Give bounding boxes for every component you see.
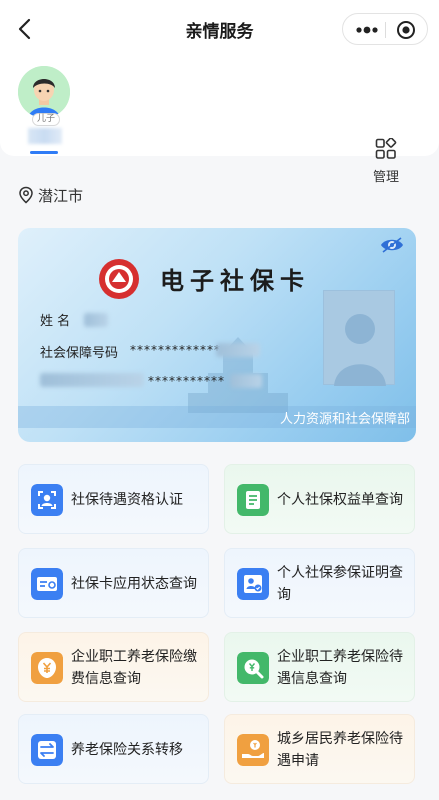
document-icon bbox=[237, 484, 269, 516]
transfer-icon bbox=[31, 734, 63, 766]
yellow-crane-tower-watermark bbox=[188, 337, 288, 413]
more-dots-icon[interactable] bbox=[353, 22, 381, 38]
service-label: 社保待遇资格认证 bbox=[71, 492, 183, 508]
avatar bbox=[18, 66, 70, 118]
card-title: 电子社保卡 bbox=[160, 266, 310, 295]
service-pension-payment-query[interactable]: 企业职工养老保险缴费信息查询 bbox=[18, 632, 209, 702]
service-label: 企业职工养老保险缴费信息查询 bbox=[71, 649, 197, 687]
service-label: 企业职工养老保险待遇信息查询 bbox=[277, 649, 403, 687]
service-qualification-authentication[interactable]: 社保待遇资格认证 bbox=[18, 464, 209, 534]
service-label: 城乡居民养老保险待遇申请 bbox=[277, 731, 403, 769]
name-label: 姓 名 bbox=[40, 314, 71, 329]
service-label: 个人社保参保证明查询 bbox=[277, 565, 403, 603]
search-yuan-icon bbox=[237, 652, 269, 684]
relation-tag: 儿子 bbox=[32, 113, 60, 126]
person-silhouette-icon bbox=[334, 314, 386, 386]
name-redacted bbox=[84, 313, 108, 327]
face-verify-icon bbox=[31, 484, 63, 516]
card-number-redacted bbox=[40, 373, 144, 387]
location-pin-icon bbox=[19, 186, 33, 204]
member-name-redacted bbox=[28, 128, 62, 144]
miniprogram-capsule bbox=[342, 13, 428, 45]
service-rights-statement-query[interactable]: 个人社保权益单查询 bbox=[224, 464, 415, 534]
capsule-divider bbox=[385, 22, 386, 38]
person-certificate-icon bbox=[237, 568, 269, 600]
service-insurance-certificate-query[interactable]: 个人社保参保证明查询 bbox=[224, 548, 415, 618]
family-member-bar: 儿子 管理 bbox=[0, 58, 439, 185]
navigation-bar: 亲情服务 bbox=[0, 0, 439, 58]
service-pension-transfer[interactable]: 养老保险关系转移 bbox=[18, 714, 209, 784]
manage-button[interactable]: 管理 bbox=[364, 138, 408, 188]
e-social-security-card[interactable]: 电子社保卡 姓 名 社会保障号码 ************* *********… bbox=[18, 228, 416, 442]
number-mask: ************* bbox=[130, 343, 221, 357]
service-card-status-query[interactable]: 社保卡应用状态查询 bbox=[18, 548, 209, 618]
location-selector[interactable]: 潜江市 bbox=[18, 184, 83, 206]
number-label: 社会保障号码 bbox=[40, 346, 119, 361]
manage-grid-icon bbox=[375, 138, 397, 159]
card-icon bbox=[31, 568, 63, 600]
social-security-emblem bbox=[99, 259, 139, 299]
active-member-indicator bbox=[30, 151, 58, 154]
city-name: 潜江市 bbox=[38, 186, 84, 205]
eye-visibility-icon[interactable] bbox=[380, 236, 404, 254]
second-tail-redacted bbox=[230, 374, 262, 388]
card-issuer: 人力资源和社会保障部 bbox=[279, 412, 410, 427]
hand-coin-icon bbox=[237, 734, 269, 766]
service-label: 个人社保权益单查询 bbox=[277, 492, 403, 508]
service-label: 养老保险关系转移 bbox=[71, 742, 183, 758]
close-target-icon[interactable] bbox=[396, 20, 416, 40]
avatar-boy-icon bbox=[18, 66, 70, 118]
service-pension-benefit-query[interactable]: 企业职工养老保险待遇信息查询 bbox=[224, 632, 415, 702]
yuan-icon bbox=[31, 652, 63, 684]
family-member-son[interactable]: 儿子 bbox=[16, 66, 74, 154]
id-photo-placeholder bbox=[323, 290, 395, 386]
number-tail-redacted bbox=[216, 343, 260, 357]
manage-label: 管理 bbox=[372, 170, 399, 185]
service-label: 社保卡应用状态查询 bbox=[71, 576, 197, 592]
service-resident-pension-application[interactable]: 城乡居民养老保险待遇申请 bbox=[224, 714, 415, 784]
second-number-mask: *********** bbox=[148, 374, 225, 388]
